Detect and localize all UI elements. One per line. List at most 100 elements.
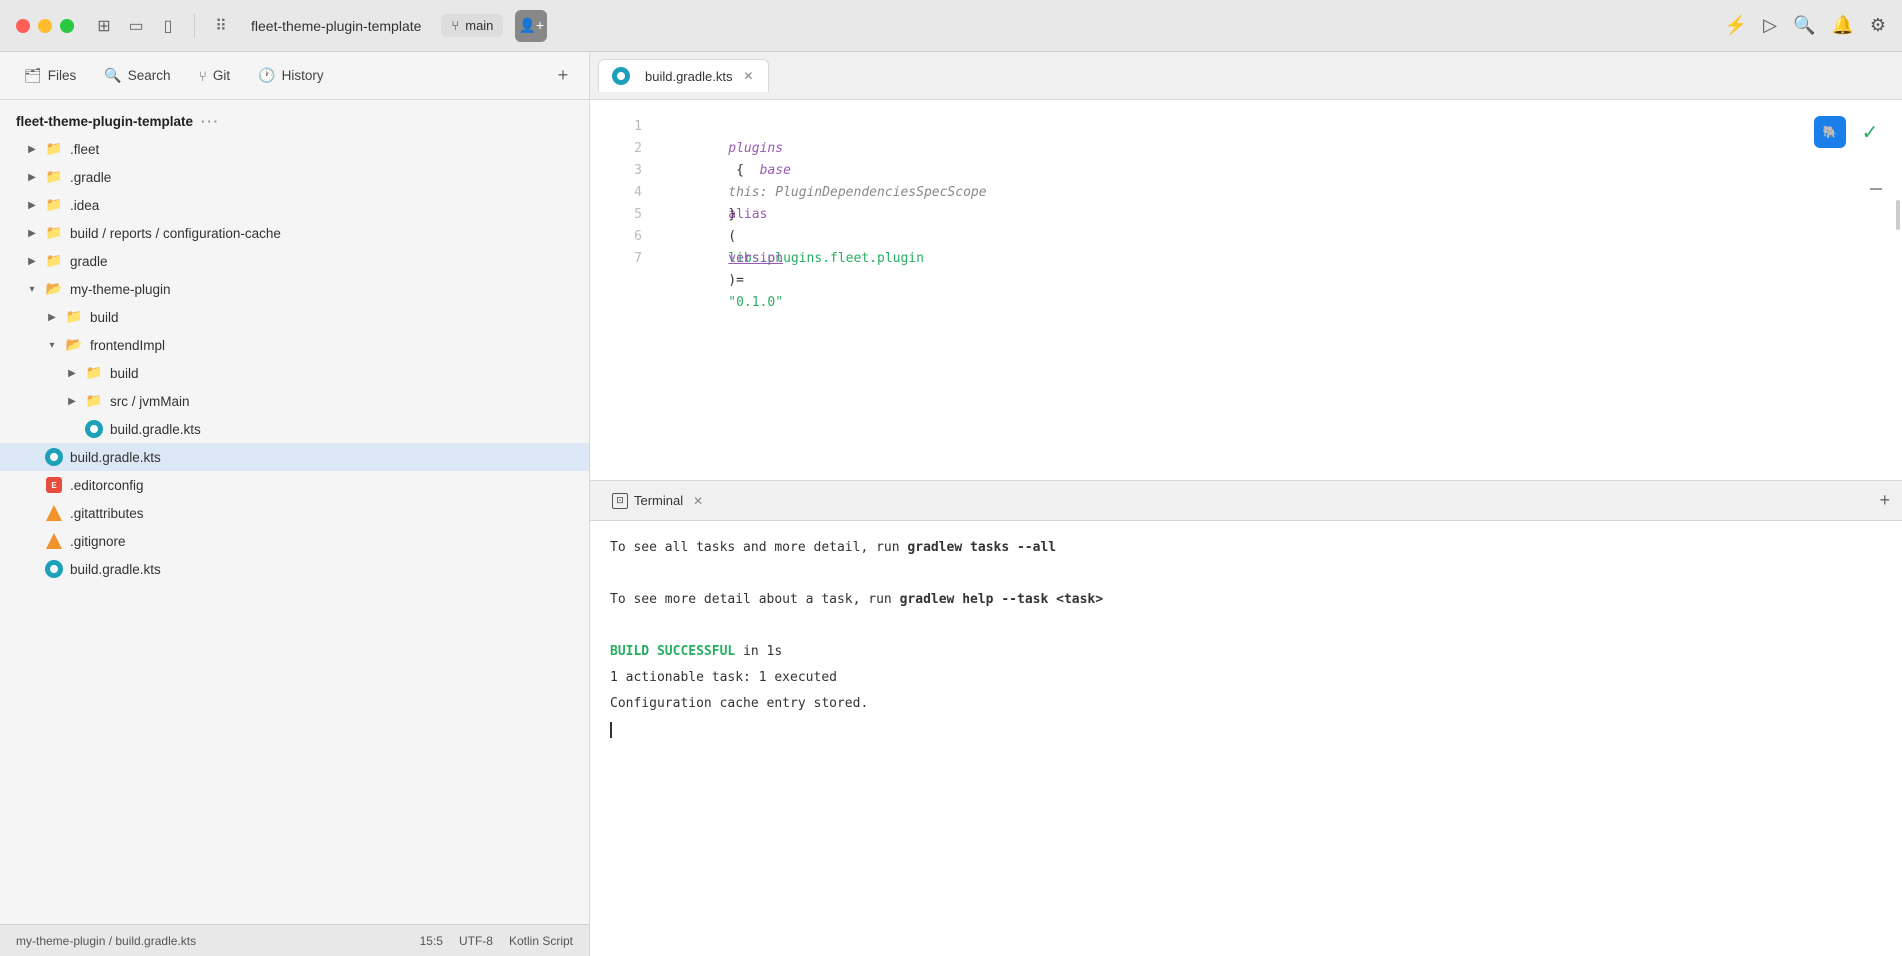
code-content[interactable]: plugins { this: PluginDependenciesSpecSc… — [650, 100, 1902, 480]
tree-item-build-gradle-kts-root[interactable]: ▶ build.gradle.kts — [0, 443, 589, 471]
folder-icon: 📁 — [44, 167, 64, 187]
editor-tab-label: build.gradle.kts — [645, 69, 732, 84]
tree-root-label: fleet-theme-plugin-template — [16, 114, 193, 129]
tab-git[interactable]: ⑂ Git — [187, 62, 243, 90]
tree-item-gitattributes[interactable]: ▶ .gitattributes — [0, 499, 589, 527]
string-version: "0.1.0" — [728, 295, 783, 310]
chevron-right-icon: ▶ — [24, 225, 40, 241]
code-editor[interactable]: 1 2 3 4 5 6 7 plugins { this: PluginDepe… — [590, 100, 1902, 480]
close-tab-button[interactable]: ✕ — [740, 68, 756, 84]
cursor-position[interactable]: 15:5 — [420, 934, 443, 948]
maximize-button[interactable] — [60, 19, 74, 33]
equals: = — [728, 273, 751, 288]
tab-files-label: Files — [48, 68, 77, 83]
tree-item-label: .fleet — [70, 142, 99, 157]
tab-history[interactable]: 🕐 History — [246, 61, 335, 90]
language[interactable]: Kotlin Script — [509, 934, 573, 948]
settings-icon[interactable]: ⚙ — [1870, 15, 1886, 36]
branch-selector[interactable]: ⑂ main — [441, 14, 503, 37]
add-tab-button[interactable]: + — [549, 62, 577, 90]
tree-item-gradle-dir[interactable]: ▶ 📁 .gradle — [0, 163, 589, 191]
search-sidebar-icon: 🔍 — [104, 67, 121, 84]
terminal-tab[interactable]: ⊡ Terminal ✕ — [602, 489, 713, 513]
add-terminal-button[interactable]: + — [1879, 490, 1890, 511]
tree-item-build-gradle-kts-inner[interactable]: ▶ build.gradle.kts — [0, 415, 589, 443]
tree-item-gitignore[interactable]: ▶ .gitignore — [0, 527, 589, 555]
tree-item-label: build.gradle.kts — [70, 450, 161, 465]
run-gradle-button[interactable]: 🐘 — [1814, 116, 1846, 148]
sidebar: 🗂 Files 🔍 Search ⑂ Git 🕐 History + fleet… — [0, 52, 590, 956]
statusbar: my-theme-plugin / build.gradle.kts 15:5 … — [0, 924, 589, 956]
breadcrumb: my-theme-plugin / build.gradle.kts — [16, 934, 196, 948]
tree-item-label: build.gradle.kts — [110, 422, 201, 437]
chevron-right-icon: ▶ — [64, 365, 80, 381]
check-button[interactable]: ✓ — [1854, 116, 1886, 148]
checkmark-icon: ✓ — [1862, 120, 1879, 145]
terminal-content[interactable]: To see all tasks and more detail, run gr… — [590, 521, 1902, 820]
tree-item-src-jvmMain[interactable]: ▶ 📁 src / jvmMain — [0, 387, 589, 415]
tab-search[interactable]: 🔍 Search — [92, 61, 182, 90]
search-icon[interactable]: 🔍 — [1793, 15, 1815, 36]
close-button[interactable] — [16, 19, 30, 33]
git-sidebar-icon: ⑂ — [199, 68, 207, 84]
minimap-indicator — [1870, 188, 1882, 190]
terminal-tabs: ⊡ Terminal ✕ + — [590, 481, 1902, 521]
folder-open-icon: 📂 — [44, 279, 64, 299]
add-collaborator-button[interactable]: 👤+ — [515, 10, 547, 42]
editor-tab-build-gradle[interactable]: build.gradle.kts ✕ — [598, 59, 769, 92]
git-file-icon — [44, 531, 64, 551]
tree-item-gradle[interactable]: ▶ 📁 gradle — [0, 247, 589, 275]
tree-item-frontendImpl[interactable]: ▾ 📂 frontendImpl — [0, 331, 589, 359]
terminal-cache-text: Configuration cache entry stored. — [610, 696, 868, 711]
keyword-base: base — [728, 163, 791, 178]
indent — [728, 185, 759, 200]
encoding[interactable]: UTF-8 — [459, 934, 493, 948]
tree-item-build-gradle-kts-main[interactable]: ▶ build.gradle.kts — [0, 555, 589, 583]
folder-icon: 📁 — [44, 223, 64, 243]
tree-item-idea[interactable]: ▶ 📁 .idea — [0, 191, 589, 219]
tree-item-build-reports[interactable]: ▶ 📁 build / reports / configuration-cach… — [0, 219, 589, 247]
terminal-line-blank-1 — [610, 563, 1882, 585]
tree-item-build3[interactable]: ▶ 📁 build — [0, 359, 589, 387]
gradle-file-icon — [44, 447, 64, 467]
notification-icon[interactable]: 🔔 — [1831, 15, 1853, 36]
tree-item-label: build.gradle.kts — [70, 562, 161, 577]
tree-item-label: .gitattributes — [70, 506, 144, 521]
folder-icon: 📁 — [44, 195, 64, 215]
keyword-version: version — [728, 251, 783, 266]
terminal-close-icon[interactable]: ✕ — [693, 494, 703, 508]
editorconfig-icon: E — [44, 475, 64, 495]
tree-item-build2[interactable]: ▶ 📁 build — [0, 303, 589, 331]
line-num-7: 7 — [598, 248, 642, 270]
line-num-6: 6 — [598, 226, 642, 248]
tree-item-label: gradle — [70, 254, 108, 269]
tab-files[interactable]: 🗂 Files — [12, 61, 88, 90]
tree-item-editorconfig[interactable]: ▶ E .editorconfig — [0, 471, 589, 499]
tree-item-fleet[interactable]: ▶ 📁 .fleet — [0, 135, 589, 163]
vertical-scrollbar[interactable] — [1896, 200, 1900, 230]
terminal-line-blank-2 — [610, 615, 1882, 637]
terminal-line-cache: Configuration cache entry stored. — [610, 693, 1882, 715]
terminal-cursor-line — [610, 719, 1882, 741]
tree-item-my-theme-plugin[interactable]: ▾ 📂 my-theme-plugin — [0, 275, 589, 303]
code-line-6: version = "0.1.0" — [650, 226, 1886, 248]
run-icon[interactable]: ▷ — [1763, 15, 1777, 36]
tab-search-label: Search — [128, 68, 171, 83]
lightning-icon[interactable]: ⚡ — [1725, 15, 1747, 36]
sidebar-toggle-icon[interactable]: ⊞ — [94, 16, 114, 36]
grid-icon[interactable]: ⠿ — [211, 16, 231, 36]
code-line-2: base — [650, 138, 1886, 160]
code-line-1: plugins { this: PluginDependenciesSpecSc… — [650, 116, 1886, 138]
panel-bottom-icon[interactable]: ▭ — [126, 16, 146, 36]
tree-item-label: my-theme-plugin — [70, 282, 171, 297]
tree-root-menu[interactable]: ··· — [201, 114, 220, 129]
minimize-button[interactable] — [38, 19, 52, 33]
brace-close: } — [728, 207, 736, 222]
chevron-right-icon: ▶ — [24, 253, 40, 269]
tree-item-label: build — [110, 366, 139, 381]
panel-right-icon[interactable]: ▯ — [158, 16, 178, 36]
traffic-lights — [16, 19, 74, 33]
tree-item-label: .editorconfig — [70, 478, 144, 493]
folder-icon: 📁 — [84, 363, 104, 383]
terminal-cursor — [610, 722, 612, 738]
